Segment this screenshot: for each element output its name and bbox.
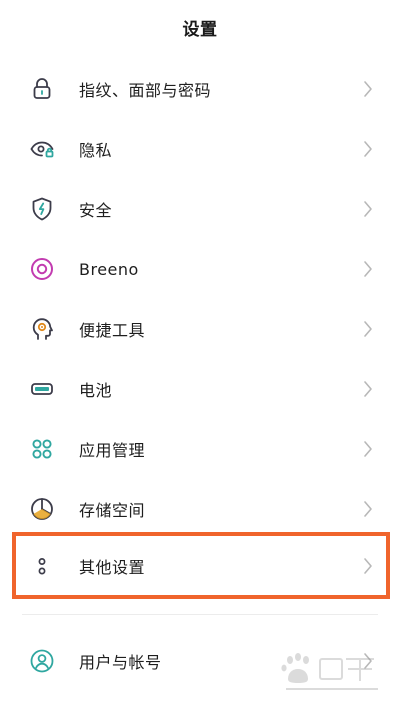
lock-icon — [28, 75, 56, 103]
settings-item-label: 指纹、面部与密码 — [79, 81, 212, 100]
settings-item-security[interactable]: 安全 — [0, 181, 400, 237]
settings-item-label: 电池 — [79, 381, 113, 400]
chevron-right-icon — [362, 199, 374, 219]
settings-item-fingerprint-face-password[interactable]: 指纹、面部与密码 — [0, 61, 400, 117]
settings-item-label: Breeno — [79, 259, 139, 279]
highlight-box — [12, 532, 390, 599]
settings-item-label: 隐私 — [79, 141, 113, 160]
apps-grid-icon — [28, 435, 56, 463]
user-account-icon — [28, 647, 56, 675]
header-bar: 设置 — [0, 0, 400, 54]
settings-item-app-management[interactable]: 应用管理 — [0, 421, 400, 477]
chevron-right-icon — [362, 139, 374, 159]
page-title: 设置 — [182, 19, 218, 40]
settings-item-label: 应用管理 — [79, 441, 146, 460]
settings-item-convenience-tools[interactable]: 便捷工具 — [0, 301, 400, 357]
chevron-right-icon — [362, 379, 374, 399]
chevron-right-icon — [362, 319, 374, 339]
settings-item-privacy[interactable]: 隐私 — [0, 121, 400, 177]
storage-pie-icon — [28, 495, 56, 523]
chevron-right-icon — [362, 439, 374, 459]
settings-item-battery[interactable]: 电池 — [0, 361, 400, 417]
eye-lock-icon — [28, 135, 56, 163]
section-divider — [22, 614, 378, 615]
settings-item-label: 存储空间 — [79, 501, 146, 520]
settings-item-breeno[interactable]: Breeno — [0, 241, 400, 297]
chevron-right-icon — [362, 259, 374, 279]
settings-item-label: 便捷工具 — [79, 321, 146, 340]
battery-icon — [28, 375, 56, 403]
settings-item-label: 用户与帐号 — [79, 653, 162, 672]
head-gear-icon — [28, 315, 56, 343]
watermark-logo — [281, 653, 378, 690]
chevron-right-icon — [362, 499, 374, 519]
settings-item-storage[interactable]: 存储空间 — [0, 481, 400, 537]
chevron-right-icon — [362, 79, 374, 99]
settings-item-label: 安全 — [79, 201, 113, 220]
shield-bolt-icon — [28, 195, 56, 223]
breeno-ring-icon — [28, 255, 56, 283]
